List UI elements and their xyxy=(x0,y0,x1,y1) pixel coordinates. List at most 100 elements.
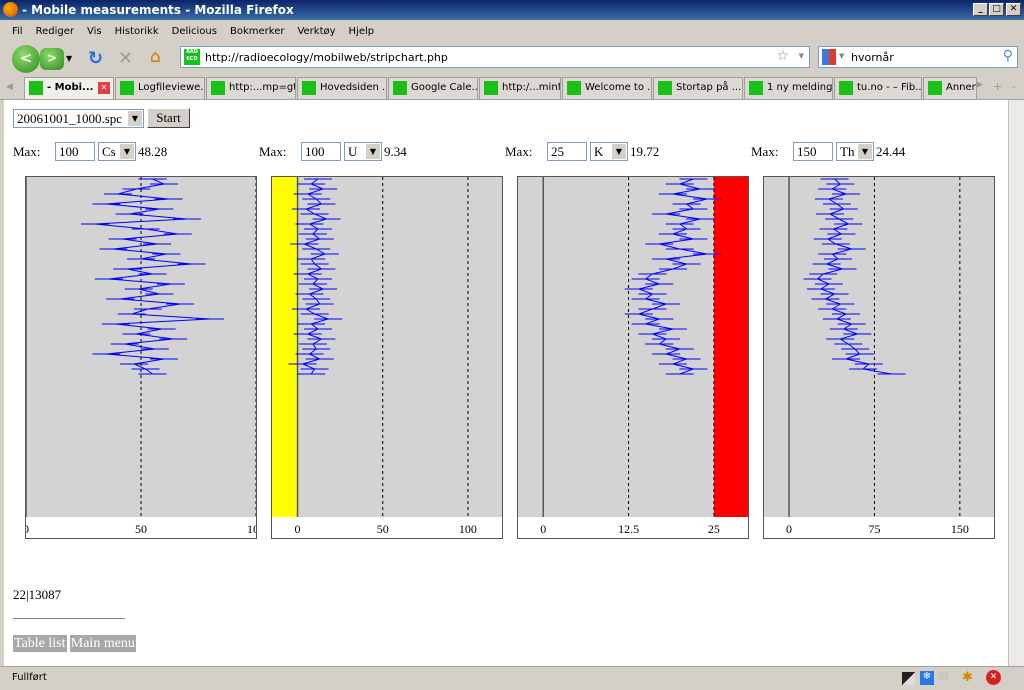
menu-fil[interactable]: Fil xyxy=(12,26,23,37)
file-select[interactable]: 20061001_1000.spc ▼ xyxy=(13,109,144,128)
table-list-button[interactable]: Table list xyxy=(13,635,67,652)
x-tick-label: 0 xyxy=(540,522,546,536)
x-tick-label: 50 xyxy=(135,522,147,536)
main-menu-button[interactable]: Main menu xyxy=(69,635,136,652)
tab-favicon-icon xyxy=(928,81,942,95)
close-window-button[interactable]: ✕ xyxy=(1006,3,1021,16)
back-button[interactable]: < xyxy=(12,45,40,73)
x-tick-label: 25 xyxy=(708,522,720,536)
tab-label: Stortap på ... xyxy=(676,82,742,93)
tab-list-dropdown-icon[interactable]: - xyxy=(1012,80,1016,93)
url-bar[interactable]: RAD ECO http://radioecology/mobilweb/str… xyxy=(180,46,810,68)
search-magnifier-icon[interactable]: ⚲ xyxy=(1003,48,1013,64)
vertical-scrollbar[interactable] xyxy=(1008,100,1024,666)
tab-label: http:...mp=gt xyxy=(229,82,296,93)
warning-band xyxy=(272,177,298,517)
tab-scroll-left-icon[interactable]: ◀ xyxy=(6,82,13,92)
nuclide-select-K[interactable]: K ▼ xyxy=(590,142,628,161)
start-label: Start xyxy=(156,110,181,125)
tab-favicon-icon xyxy=(393,81,407,95)
window-title-bar: - Mobile measurements - Mozilla Firefox … xyxy=(0,0,1024,20)
menu-vis[interactable]: Vis xyxy=(87,26,102,37)
max-input-Th[interactable] xyxy=(793,142,833,161)
tab-favicon-icon xyxy=(839,81,853,95)
x-tick-label: 100 xyxy=(459,522,477,536)
x-tick-label: 50 xyxy=(377,522,389,536)
tab-label: Annenh xyxy=(946,82,976,93)
max-label: Max: xyxy=(13,144,41,159)
menu-delicious[interactable]: Delicious xyxy=(172,26,217,37)
all-tabs-icon[interactable]: + xyxy=(993,80,1002,93)
tab-label: Google Cale... xyxy=(411,82,478,93)
bookmark-star-icon[interactable]: ☆ xyxy=(776,48,789,64)
tab-bar: ◀ - Mobi... ✕ Logfileviewe... http:...mp=gt… xyxy=(0,74,1024,100)
navigation-toolbar: < > ▼ ↻ ✕ ⌂ RAD ECO http://radioecology/… xyxy=(0,40,1024,74)
mail-icon[interactable]: ✉ xyxy=(938,670,949,685)
max-label: Max: xyxy=(751,144,779,159)
tab-label: Hovedsiden ... xyxy=(320,82,387,93)
tab-label: tu.no - – Fib... xyxy=(857,82,922,93)
search-box[interactable]: ▼ hvornår ⚲ xyxy=(818,46,1018,68)
max-label: Max: xyxy=(259,144,287,159)
addon-status-icon[interactable] xyxy=(902,672,915,685)
menu-rediger[interactable]: Rediger xyxy=(36,26,74,37)
tab-5[interactable]: http:/...minfo xyxy=(479,77,561,99)
tab-8[interactable]: 1 ny melding xyxy=(744,77,833,99)
tab-favicon-icon xyxy=(749,81,763,95)
tab-7[interactable]: Stortap på ... xyxy=(653,77,743,99)
minimize-button[interactable]: _ xyxy=(973,3,988,16)
max-input-U[interactable] xyxy=(301,142,341,161)
url-text: http://radioecology/mobilweb/stripchart.… xyxy=(205,51,448,64)
tab-favicon-icon xyxy=(120,81,134,95)
x-tick-label: 0 xyxy=(295,522,301,536)
close-tab-icon[interactable]: ✕ xyxy=(98,82,110,94)
menu-bokmerker[interactable]: Bokmerker xyxy=(230,26,284,37)
nuclide-select-U[interactable]: U ▼ xyxy=(344,142,382,161)
tab-1[interactable]: Logfileviewe... xyxy=(115,77,205,99)
max-input-Cs[interactable] xyxy=(55,142,95,161)
tab-2[interactable]: http:...mp=gt xyxy=(206,77,296,99)
max-input-K[interactable] xyxy=(547,142,587,161)
snowflake-icon[interactable]: ❄ xyxy=(920,671,934,685)
tab-label: Welcome to ... xyxy=(585,82,652,93)
chevron-down-icon: ▼ xyxy=(366,144,380,159)
tab-label: http:/...minfo xyxy=(502,82,561,93)
engine-dropdown-icon[interactable]: ▼ xyxy=(839,52,844,60)
tab-9[interactable]: tu.no - – Fib... xyxy=(834,77,922,99)
chevron-down-icon: ▼ xyxy=(612,144,626,159)
home-icon[interactable]: ⌂ xyxy=(150,47,161,67)
x-tick-label: 0 xyxy=(26,522,29,536)
current-value: 9.34 xyxy=(384,144,407,159)
tab-favicon-icon xyxy=(302,81,316,95)
tab-10[interactable]: Annenh xyxy=(923,77,977,99)
menu-hjelp[interactable]: Hjelp xyxy=(349,26,375,37)
nuclide-select-Th[interactable]: Th ▼ xyxy=(836,142,874,161)
url-dropdown-icon[interactable]: ▼ xyxy=(799,52,804,60)
tab-scroll-right-icon[interactable]: ▶ xyxy=(976,80,983,90)
tab-label: - Mobi... xyxy=(47,82,94,93)
google-engine-icon[interactable] xyxy=(822,49,836,65)
error-icon[interactable]: ✕ xyxy=(986,670,1001,685)
tab-6[interactable]: Welcome to ... xyxy=(562,77,652,99)
menu-historikk[interactable]: Historikk xyxy=(115,26,159,37)
history-dropdown-icon[interactable]: ▼ xyxy=(66,54,72,63)
start-button[interactable]: Start xyxy=(147,108,190,128)
menu-verktoy[interactable]: Verktøy xyxy=(297,26,335,37)
nuclide-select-Cs[interactable]: Cs ▼ xyxy=(98,142,136,161)
forward-button[interactable]: > xyxy=(40,48,64,70)
status-text: Fullført xyxy=(12,672,47,683)
file-select-value: 20061001_1000.spc xyxy=(17,111,123,126)
strip-chart-K: 0 12.5 25 xyxy=(517,176,749,539)
x-tick-label: 12.5 xyxy=(618,522,639,536)
tab-3[interactable]: Hovedsiden ... xyxy=(297,77,387,99)
tab-0[interactable]: - Mobi... ✕ xyxy=(24,77,114,99)
maximize-button[interactable]: □ xyxy=(989,3,1004,16)
stop-icon[interactable]: ✕ xyxy=(118,48,133,69)
reload-icon[interactable]: ↻ xyxy=(88,48,103,69)
firebug-icon[interactable]: ✱ xyxy=(962,670,973,685)
tab-favicon-icon xyxy=(567,81,581,95)
chevron-down-icon: ▼ xyxy=(858,144,872,159)
search-input[interactable]: hvornår xyxy=(851,51,894,64)
tab-4[interactable]: Google Cale... xyxy=(388,77,478,99)
nuclide-value: Cs xyxy=(102,144,116,159)
